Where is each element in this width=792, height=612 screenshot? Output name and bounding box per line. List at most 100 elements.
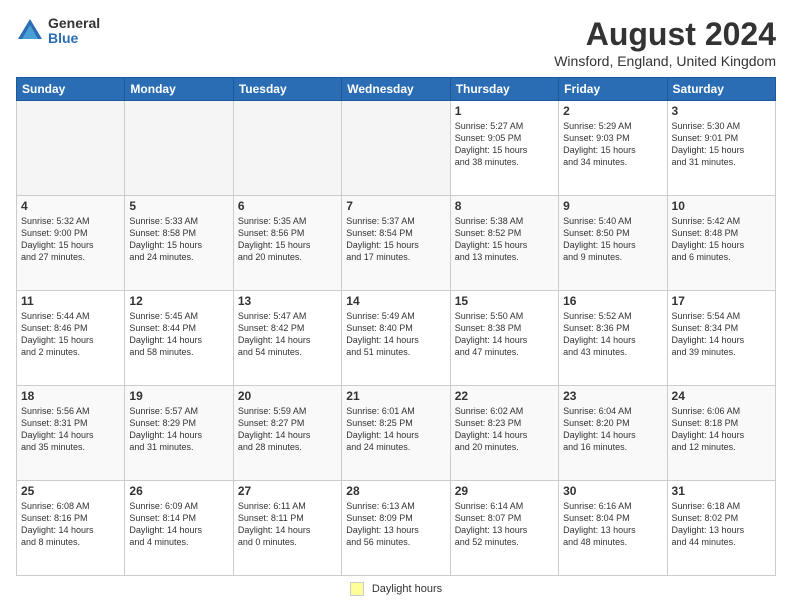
day-cell: 24 Sunrise: 6:06 AM Sunset: 8:18 PM Dayli… — [667, 386, 775, 481]
col-friday: Friday — [559, 78, 667, 101]
day-cell: 2 Sunrise: 5:29 AM Sunset: 9:03 PM Daylig… — [559, 101, 667, 196]
day-info: Sunrise: 5:27 AM Sunset: 9:05 PM Dayligh… — [455, 120, 554, 169]
day-number: 29 — [455, 484, 554, 498]
day-number: 5 — [129, 199, 228, 213]
day-cell: 7Sunrise: 5:37 AM Sunset: 8:54 PM Daylig… — [342, 196, 450, 291]
day-info: Sunrise: 5:57 AM Sunset: 8:29 PM Dayligh… — [129, 405, 228, 454]
day-info: Sunrise: 5:29 AM Sunset: 9:03 PM Dayligh… — [563, 120, 662, 169]
day-cell — [125, 101, 233, 196]
day-number: 13 — [238, 294, 337, 308]
day-cell: 3 Sunrise: 5:30 AM Sunset: 9:01 PM Daylig… — [667, 101, 775, 196]
page: General Blue August 2024 Winsford, Engla… — [0, 0, 792, 612]
day-number: 14 — [346, 294, 445, 308]
day-info: Sunrise: 6:16 AM Sunset: 8:04 PM Dayligh… — [563, 500, 662, 549]
logo-icon — [16, 17, 44, 45]
logo-blue-text: Blue — [48, 31, 100, 46]
day-info: Sunrise: 5:54 AM Sunset: 8:34 PM Dayligh… — [672, 310, 771, 359]
day-number: 16 — [563, 294, 662, 308]
day-number: 22 — [455, 389, 554, 403]
day-cell: 31 Sunrise: 6:18 AM Sunset: 8:02 PM Dayli… — [667, 481, 775, 576]
day-info: Sunrise: 5:33 AM Sunset: 8:58 PM Dayligh… — [129, 215, 228, 264]
day-cell: 25 Sunrise: 6:08 AM Sunset: 8:16 PM Dayli… — [17, 481, 125, 576]
header: General Blue August 2024 Winsford, Engla… — [16, 16, 776, 69]
day-cell: 12Sunrise: 5:45 AM Sunset: 8:44 PM Dayli… — [125, 291, 233, 386]
day-number: 18 — [21, 389, 120, 403]
day-cell: 9 Sunrise: 5:40 AM Sunset: 8:50 PM Daylig… — [559, 196, 667, 291]
day-cell: 29 Sunrise: 6:14 AM Sunset: 8:07 PM Dayli… — [450, 481, 558, 576]
day-number: 17 — [672, 294, 771, 308]
day-info: Sunrise: 6:18 AM Sunset: 8:02 PM Dayligh… — [672, 500, 771, 549]
day-info: Sunrise: 5:47 AM Sunset: 8:42 PM Dayligh… — [238, 310, 337, 359]
legend-label: Daylight hours — [372, 583, 442, 595]
day-cell: 21Sunrise: 6:01 AM Sunset: 8:25 PM Dayli… — [342, 386, 450, 481]
week-row-4: 25 Sunrise: 6:08 AM Sunset: 8:16 PM Dayli… — [17, 481, 776, 576]
title-block: August 2024 Winsford, England, United Ki… — [554, 16, 776, 69]
day-cell: 28 Sunrise: 6:13 AM Sunset: 8:09 PM Dayli… — [342, 481, 450, 576]
calendar: Sunday Monday Tuesday Wednesday Thursday… — [16, 77, 776, 576]
col-saturday: Saturday — [667, 78, 775, 101]
col-tuesday: Tuesday — [233, 78, 341, 101]
calendar-header: Sunday Monday Tuesday Wednesday Thursday… — [17, 78, 776, 101]
day-cell — [233, 101, 341, 196]
day-number: 24 — [672, 389, 771, 403]
day-number: 9 — [563, 199, 662, 213]
day-cell: 30Sunrise: 6:16 AM Sunset: 8:04 PM Dayli… — [559, 481, 667, 576]
week-row-3: 18 Sunrise: 5:56 AM Sunset: 8:31 PM Dayli… — [17, 386, 776, 481]
day-info: Sunrise: 6:11 AM Sunset: 8:11 PM Dayligh… — [238, 500, 337, 549]
day-cell: 5 Sunrise: 5:33 AM Sunset: 8:58 PM Daylig… — [125, 196, 233, 291]
day-info: Sunrise: 5:40 AM Sunset: 8:50 PM Dayligh… — [563, 215, 662, 264]
day-cell: 18 Sunrise: 5:56 AM Sunset: 8:31 PM Dayli… — [17, 386, 125, 481]
day-cell: 10Sunrise: 5:42 AM Sunset: 8:48 PM Dayli… — [667, 196, 775, 291]
header-row: Sunday Monday Tuesday Wednesday Thursday… — [17, 78, 776, 101]
day-cell: 13 Sunrise: 5:47 AM Sunset: 8:42 PM Dayli… — [233, 291, 341, 386]
day-number: 21 — [346, 389, 445, 403]
day-number: 3 — [672, 104, 771, 118]
day-info: Sunrise: 5:45 AM Sunset: 8:44 PM Dayligh… — [129, 310, 228, 359]
day-cell — [342, 101, 450, 196]
day-info: Sunrise: 6:13 AM Sunset: 8:09 PM Dayligh… — [346, 500, 445, 549]
day-info: Sunrise: 6:06 AM Sunset: 8:18 PM Dayligh… — [672, 405, 771, 454]
day-info: Sunrise: 6:14 AM Sunset: 8:07 PM Dayligh… — [455, 500, 554, 549]
day-cell: 8Sunrise: 5:38 AM Sunset: 8:52 PM Daylig… — [450, 196, 558, 291]
day-cell: 4 Sunrise: 5:32 AM Sunset: 9:00 PM Daylig… — [17, 196, 125, 291]
logo: General Blue — [16, 16, 100, 47]
week-row-2: 11 Sunrise: 5:44 AM Sunset: 8:46 PM Dayli… — [17, 291, 776, 386]
day-info: Sunrise: 5:44 AM Sunset: 8:46 PM Dayligh… — [21, 310, 120, 359]
day-number: 20 — [238, 389, 337, 403]
day-info: Sunrise: 5:38 AM Sunset: 8:52 PM Dayligh… — [455, 215, 554, 264]
day-cell: 11 Sunrise: 5:44 AM Sunset: 8:46 PM Dayli… — [17, 291, 125, 386]
day-info: Sunrise: 5:32 AM Sunset: 9:00 PM Dayligh… — [21, 215, 120, 264]
day-number: 2 — [563, 104, 662, 118]
legend-color-box — [350, 582, 364, 596]
day-info: Sunrise: 5:42 AM Sunset: 8:48 PM Dayligh… — [672, 215, 771, 264]
day-number: 6 — [238, 199, 337, 213]
day-info: Sunrise: 5:59 AM Sunset: 8:27 PM Dayligh… — [238, 405, 337, 454]
day-cell: 26Sunrise: 6:09 AM Sunset: 8:14 PM Dayli… — [125, 481, 233, 576]
day-number: 25 — [21, 484, 120, 498]
day-number: 7 — [346, 199, 445, 213]
day-number: 31 — [672, 484, 771, 498]
day-info: Sunrise: 6:04 AM Sunset: 8:20 PM Dayligh… — [563, 405, 662, 454]
day-cell: 19Sunrise: 5:57 AM Sunset: 8:29 PM Dayli… — [125, 386, 233, 481]
col-sunday: Sunday — [17, 78, 125, 101]
day-number: 28 — [346, 484, 445, 498]
day-cell: 6Sunrise: 5:35 AM Sunset: 8:56 PM Daylig… — [233, 196, 341, 291]
day-number: 11 — [21, 294, 120, 308]
day-info: Sunrise: 6:02 AM Sunset: 8:23 PM Dayligh… — [455, 405, 554, 454]
week-row-0: 1Sunrise: 5:27 AM Sunset: 9:05 PM Daylig… — [17, 101, 776, 196]
day-number: 4 — [21, 199, 120, 213]
day-cell: 17 Sunrise: 5:54 AM Sunset: 8:34 PM Dayli… — [667, 291, 775, 386]
day-cell: 16Sunrise: 5:52 AM Sunset: 8:36 PM Dayli… — [559, 291, 667, 386]
day-info: Sunrise: 6:08 AM Sunset: 8:16 PM Dayligh… — [21, 500, 120, 549]
day-cell: 23Sunrise: 6:04 AM Sunset: 8:20 PM Dayli… — [559, 386, 667, 481]
day-info: Sunrise: 5:49 AM Sunset: 8:40 PM Dayligh… — [346, 310, 445, 359]
day-number: 15 — [455, 294, 554, 308]
col-wednesday: Wednesday — [342, 78, 450, 101]
main-title: August 2024 — [554, 16, 776, 53]
day-info: Sunrise: 5:30 AM Sunset: 9:01 PM Dayligh… — [672, 120, 771, 169]
calendar-body: 1Sunrise: 5:27 AM Sunset: 9:05 PM Daylig… — [17, 101, 776, 576]
day-cell: 22 Sunrise: 6:02 AM Sunset: 8:23 PM Dayli… — [450, 386, 558, 481]
col-thursday: Thursday — [450, 78, 558, 101]
day-info: Sunrise: 5:56 AM Sunset: 8:31 PM Dayligh… — [21, 405, 120, 454]
subtitle: Winsford, England, United Kingdom — [554, 53, 776, 69]
